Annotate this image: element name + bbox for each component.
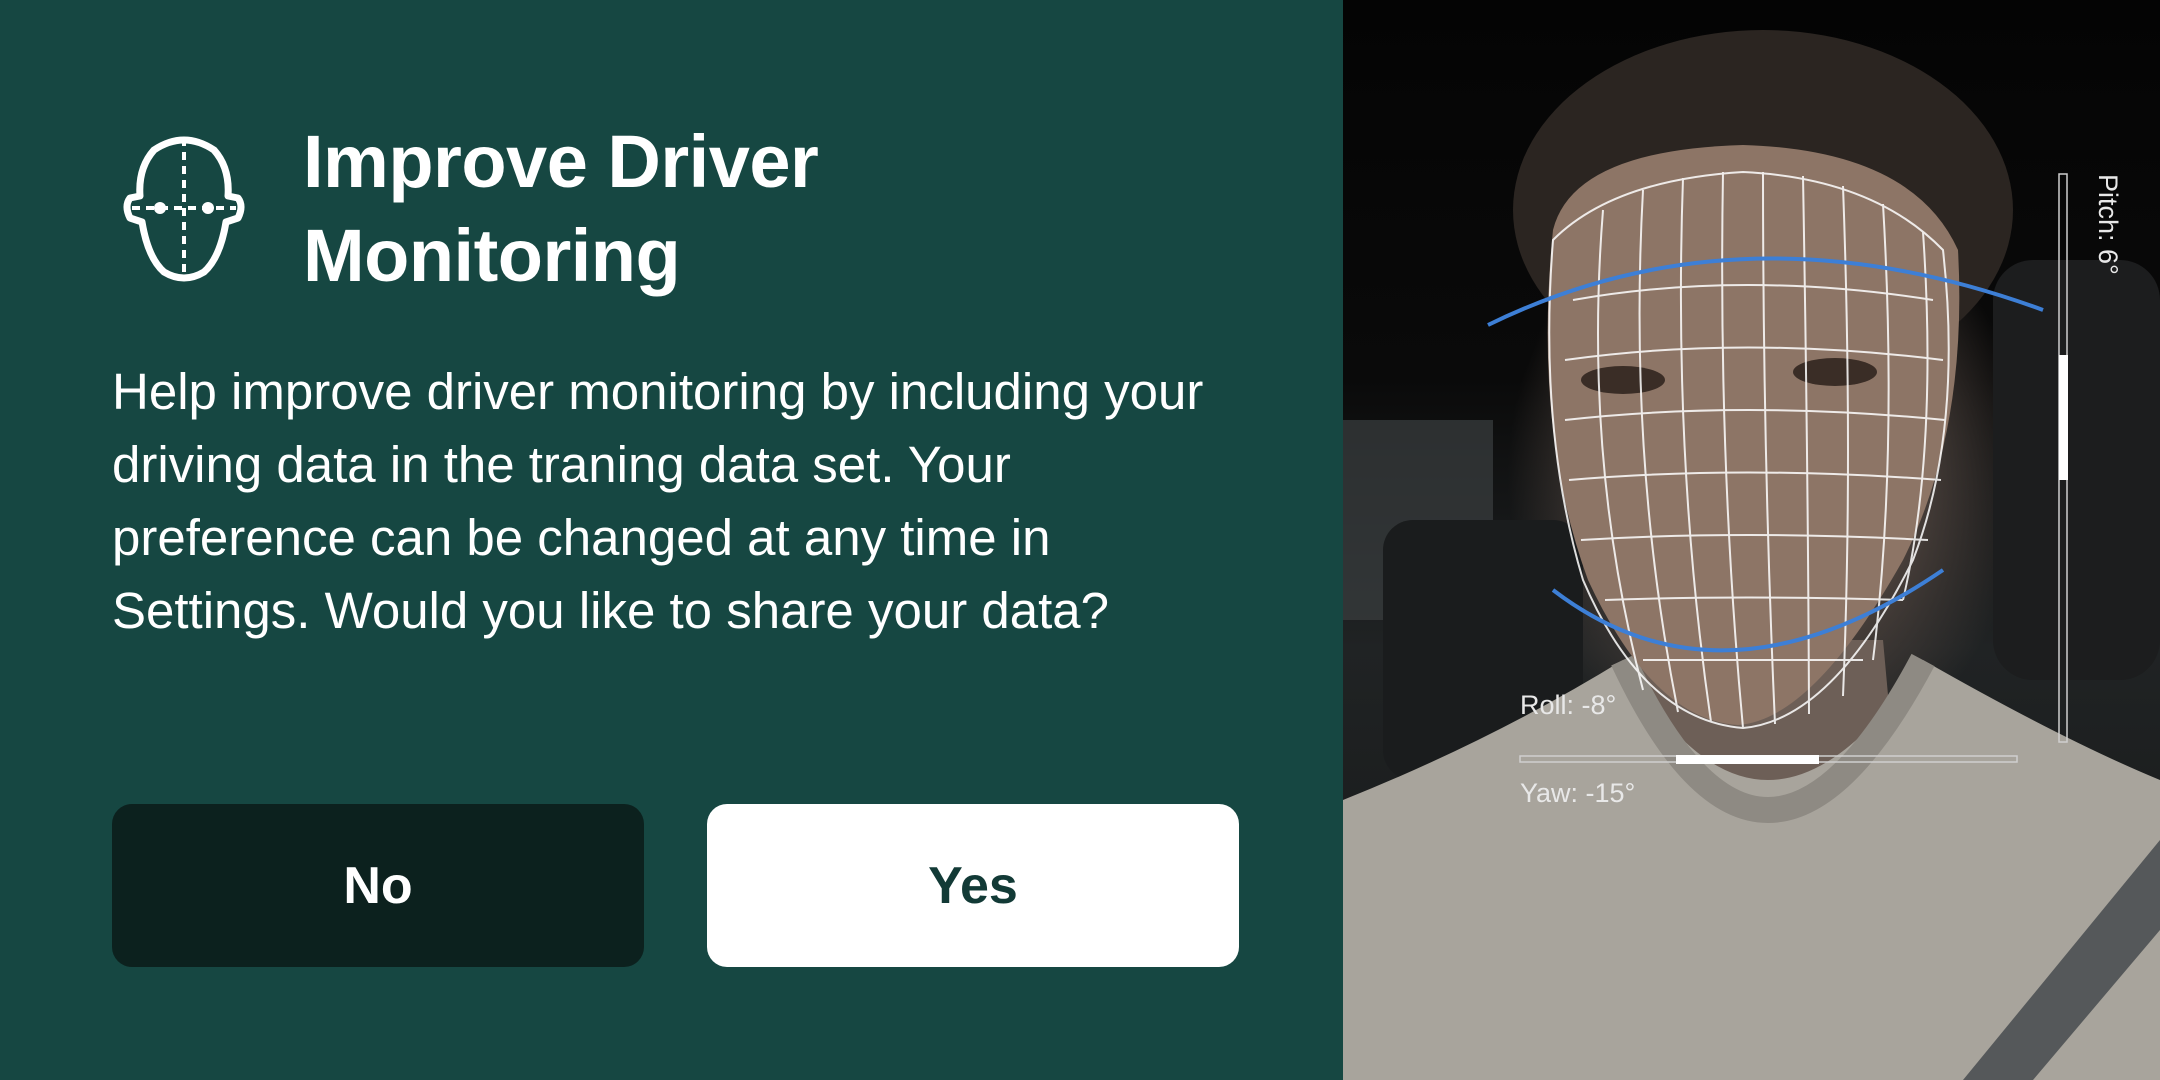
yes-button[interactable]: Yes <box>707 804 1239 967</box>
pitch-readout-wrapper: Pitch: 6° <box>2085 174 2125 294</box>
yaw-readout: Yaw: -15° <box>1520 778 1636 808</box>
pitch-readout: Pitch: 6° <box>2093 174 2123 275</box>
driver-head-icon <box>123 136 245 282</box>
camera-scene <box>1343 30 2160 1080</box>
roll-readout: Roll: -8° <box>1520 690 1617 720</box>
dialog-message: Help improve driver monitoring by includ… <box>112 363 1204 639</box>
dialog-title: Improve Driver Monitoring <box>303 120 819 297</box>
roll-indicator <box>1676 755 1819 764</box>
no-button[interactable]: No <box>112 804 644 967</box>
consent-dialog: Improve Driver Monitoring Help improve d… <box>0 0 1343 1080</box>
driver-monitoring-screen: Improve Driver Monitoring Help improve d… <box>0 0 2160 1080</box>
pitch-indicator <box>2059 355 2068 480</box>
driver-camera-preview: Roll: -8° Yaw: -15° <box>1343 0 2160 1080</box>
